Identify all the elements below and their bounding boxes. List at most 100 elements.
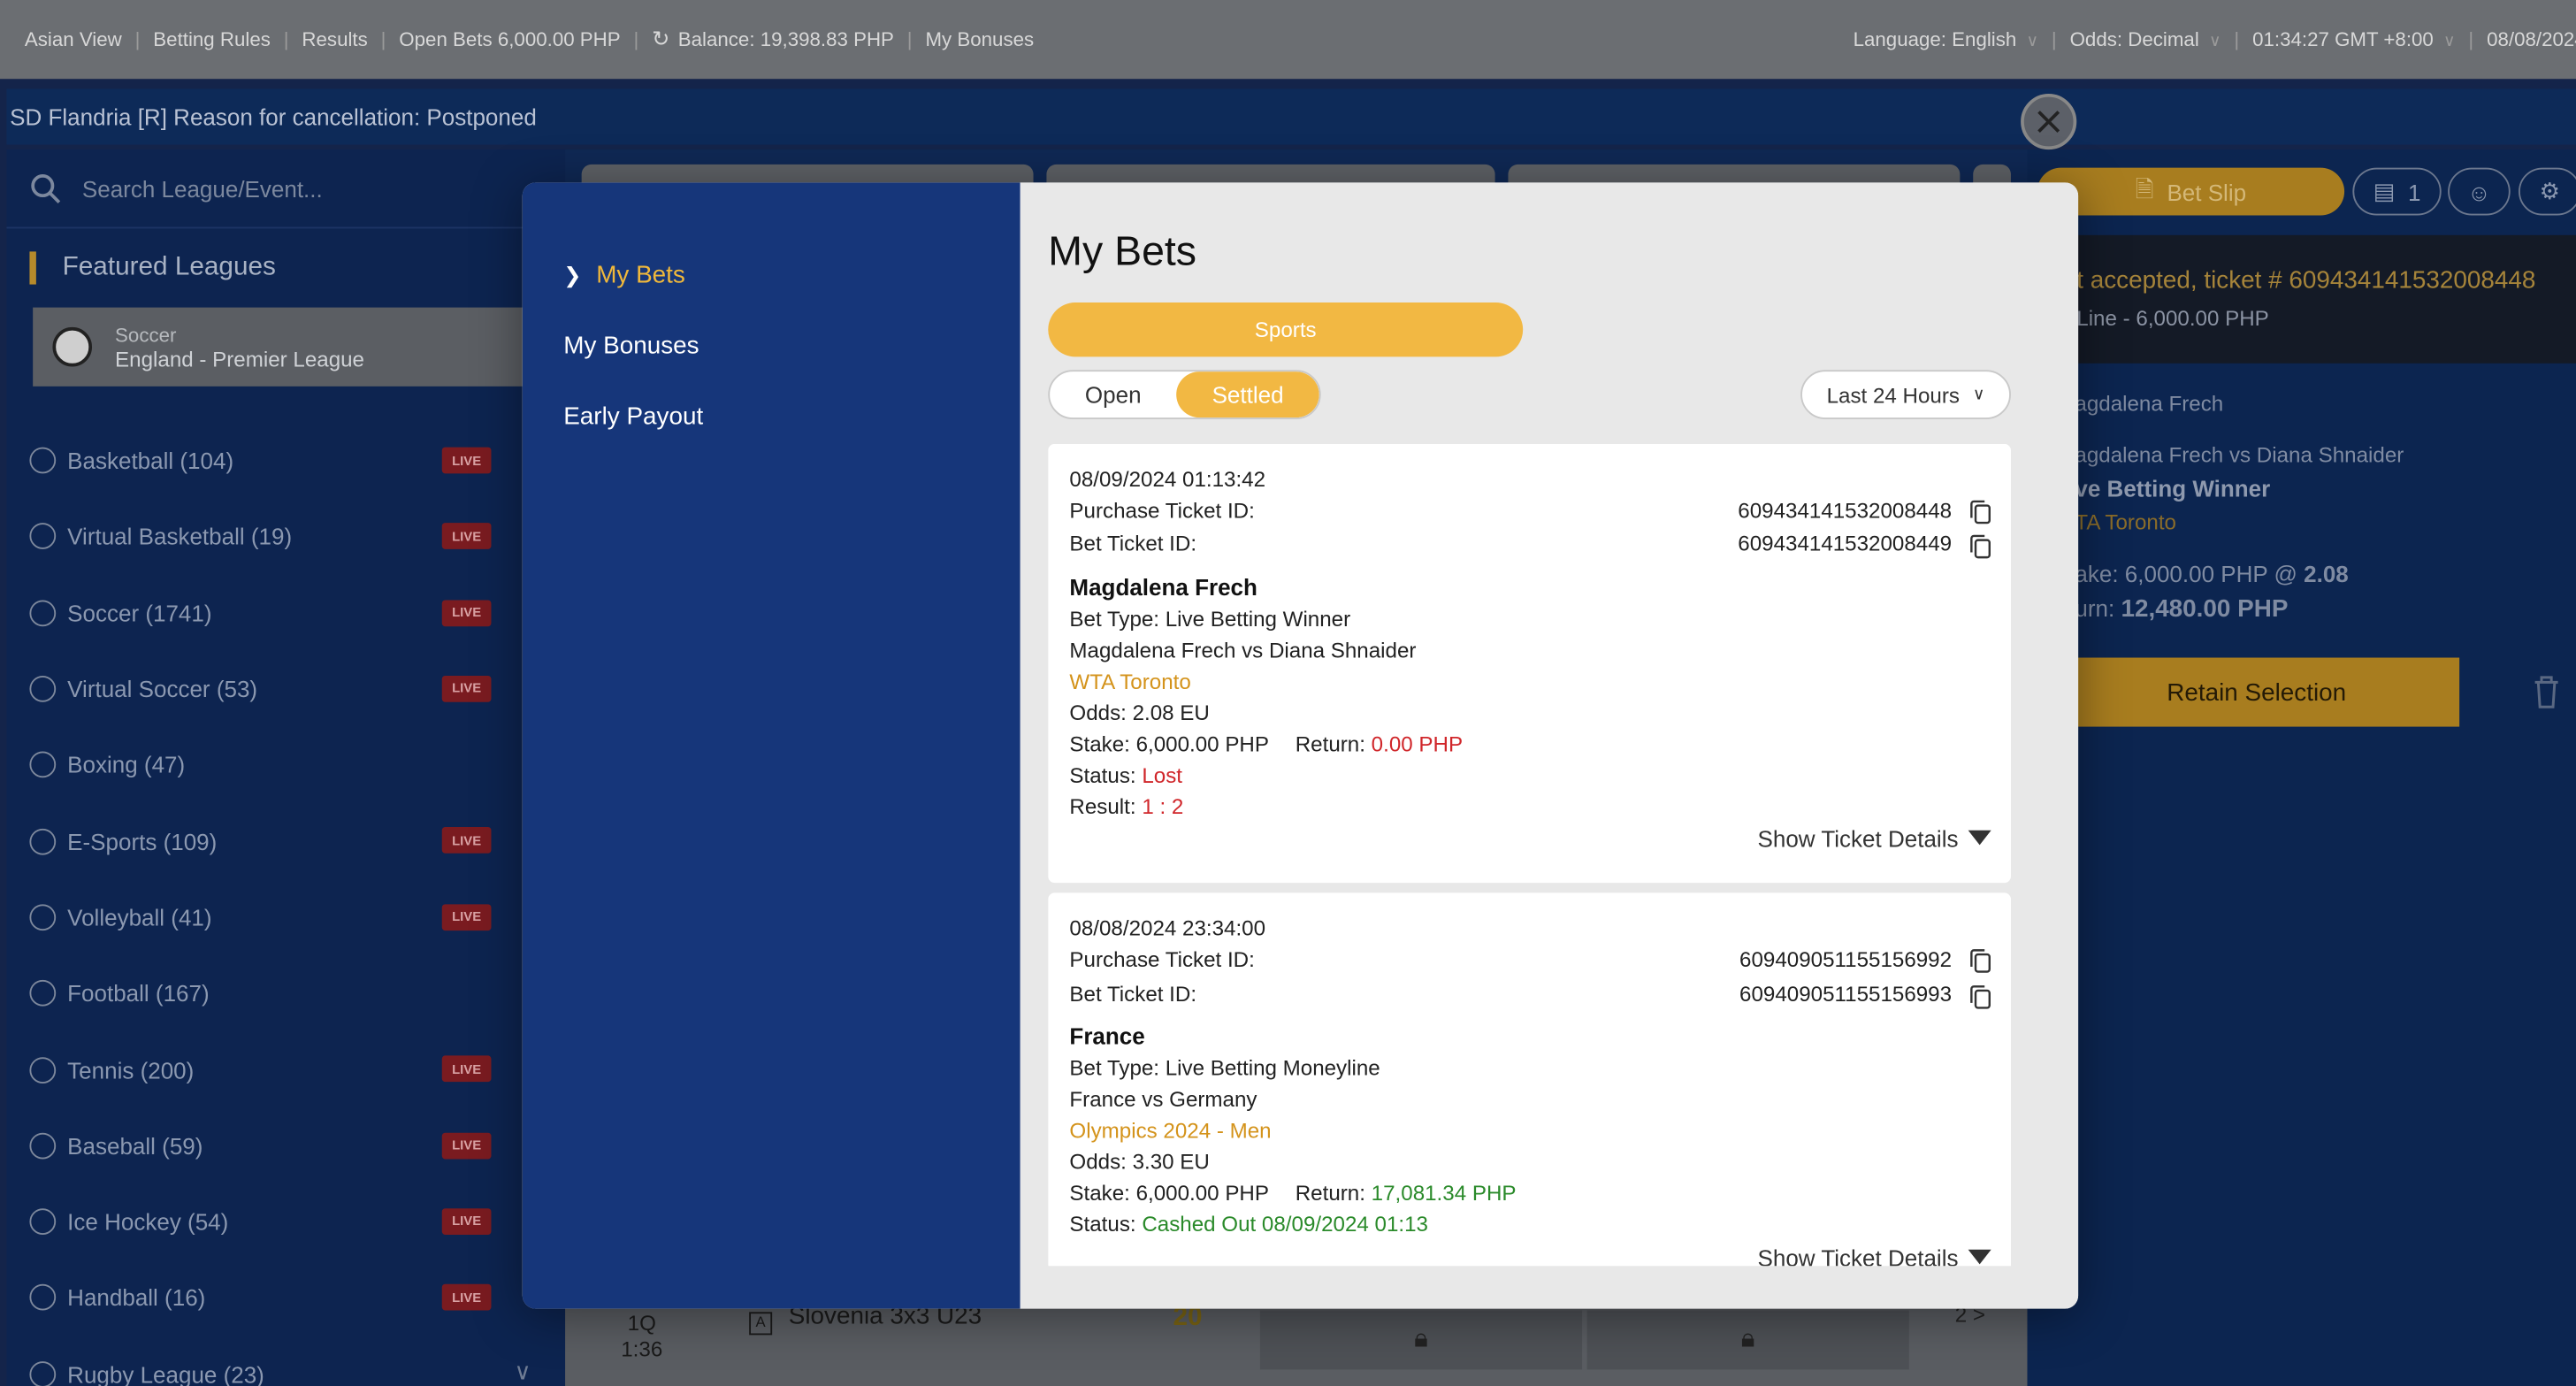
period-select[interactable]: Last 24 Hours ∨: [1800, 370, 2011, 419]
settings-button[interactable]: ⚙: [2519, 167, 2576, 216]
banner-text: SD Flandria [R] Reason for cancellation:…: [10, 103, 537, 130]
bet-slip-tab[interactable]: 🗎︎ Bet Slip: [2037, 167, 2345, 216]
modal-sidebar: ❯ My Bets My Bonuses Early Payout: [522, 182, 1020, 1309]
bet-type: Bet Type: Live Betting Winner: [1069, 606, 1351, 632]
featured-leagues-header: Featured Leagues: [6, 228, 565, 307]
sidebar-item-virtual-soccer[interactable]: Virtual Soccer (53) LIVE: [6, 651, 565, 727]
language-select[interactable]: Language: English ∨: [1854, 28, 2038, 51]
live-badge: LIVE: [441, 1056, 492, 1083]
asian-view-link[interactable]: Asian View: [25, 28, 122, 51]
search-input[interactable]: Search League/Event...: [82, 175, 323, 202]
sidebar-item-handball[interactable]: Handball (16) LIVE: [6, 1260, 565, 1336]
bet-card: 08/08/2024 23:34:00 Purchase Ticket ID: …: [1048, 892, 2011, 1267]
bet-type: Bet Type: Live Betting Moneyline: [1069, 1055, 1380, 1081]
game-clock: 1Q 1:36: [621, 1310, 663, 1362]
bets-list[interactable]: 08/09/2024 01:13:42 Purchase Ticket ID: …: [1048, 443, 2013, 1267]
lock-icon: 🔒︎: [1414, 1325, 1428, 1353]
purchase-ticket-label: Purchase Ticket ID:: [1069, 498, 1255, 524]
my-bonuses-link[interactable]: My Bonuses: [925, 28, 1034, 51]
lock-icon: 🔒︎: [1740, 1325, 1755, 1353]
tab-open[interactable]: Open: [1050, 371, 1176, 417]
featured-league-card[interactable]: Soccer England - Premier League: [33, 307, 526, 387]
close-icon: [2037, 111, 2060, 134]
featured-sport: Soccer: [115, 323, 177, 347]
sidebar-item-esports[interactable]: E-Sports (109) LIVE: [6, 803, 565, 879]
betting-rules-link[interactable]: Betting Rules: [153, 28, 271, 51]
purchase-ticket-id: 609409051155156992: [1739, 946, 1953, 972]
sidebar-item-boxing[interactable]: Boxing (47): [6, 727, 565, 803]
ice-hockey-icon: [29, 1208, 57, 1236]
slip-bet-type: ve Betting Winner: [2075, 475, 2271, 502]
sidebar-item-football[interactable]: Football (167): [6, 955, 565, 1031]
copy-icon[interactable]: [1970, 984, 1991, 1009]
account-button[interactable]: ☺: [2448, 167, 2511, 216]
bet-selection: Magdalena Frech: [1069, 573, 1257, 601]
live-badge: LIVE: [441, 903, 492, 930]
tab-settled[interactable]: Settled: [1176, 371, 1319, 418]
live-badge: LIVE: [441, 599, 492, 626]
esports-icon: [29, 828, 57, 854]
close-banner-button[interactable]: [2021, 93, 2077, 150]
results-link[interactable]: Results: [302, 28, 367, 51]
sidebar-item-volleyball[interactable]: Volleyball (41) LIVE: [6, 879, 565, 955]
featured-league-name: England - Premier League: [115, 346, 364, 371]
odds-select[interactable]: Odds: Decimal ∨: [2070, 28, 2221, 51]
bet-league: WTA Toronto: [1069, 669, 1191, 694]
status-badge: Lost: [1142, 762, 1183, 788]
user-icon: ☺: [2467, 178, 2491, 205]
sports-list: Basketball (104) LIVE Virtual Basketball …: [6, 423, 565, 1386]
bet-card: 08/09/2024 01:13:42 Purchase Ticket ID: …: [1048, 443, 2011, 884]
status-badge: Cashed Out 08/09/2024 01:13: [1142, 1211, 1428, 1237]
gear-icon: ⚙: [2539, 177, 2560, 204]
caret-down-icon: [1968, 830, 1991, 846]
show-ticket-details-button[interactable]: Show Ticket Details: [1758, 825, 1991, 852]
bet-ticket-label: Bet Ticket ID:: [1069, 531, 1197, 556]
bet-match: Magdalena Frech vs Diana Shnaider: [1069, 638, 1417, 663]
time-select[interactable]: 01:34:27 GMT +8:00 ∨: [2252, 28, 2455, 51]
sidebar-item-tennis[interactable]: Tennis (200) LIVE: [6, 1031, 565, 1107]
app-stage: Asian View | Betting Rules | Results | O…: [0, 0, 2576, 1386]
chevron-down-icon[interactable]: ∨: [514, 1358, 531, 1386]
my-bets-modal: ❯ My Bets My Bonuses Early Payout My Bets…: [522, 182, 2079, 1309]
sidebar-item-soccer[interactable]: Soccer (1741) LIVE: [6, 575, 565, 651]
bet-ticket-id: 609409051155156993: [1739, 981, 1953, 1007]
volleyball-icon: [29, 904, 57, 930]
status-toggle: Open Settled: [1048, 370, 1321, 419]
handball-icon: [29, 1284, 57, 1312]
sidebar-item-baseball[interactable]: Baseball (59) LIVE: [6, 1107, 565, 1183]
sidebar-item-virtual-basketball[interactable]: Virtual Basketball (19) LIVE: [6, 499, 565, 575]
team-badge: A: [749, 1312, 773, 1336]
live-badge: LIVE: [441, 523, 492, 550]
chevron-down-icon: ∨: [2026, 33, 2039, 51]
retain-selection-button[interactable]: Retain Selection: [2053, 657, 2460, 727]
sidebar-item-rugby-league[interactable]: Rugby League (23): [6, 1336, 565, 1386]
live-badge: LIVE: [441, 827, 492, 854]
refresh-icon[interactable]: ↻: [652, 27, 669, 53]
nav-early-payout[interactable]: Early Payout: [563, 402, 703, 431]
open-bets-count-button[interactable]: ▤ 1: [2352, 167, 2442, 216]
baseball-icon: [29, 1132, 57, 1160]
basketball-icon: [29, 447, 57, 474]
search-icon: [31, 173, 61, 203]
tab-sports[interactable]: Sports: [1048, 302, 1524, 357]
live-badge: LIVE: [441, 1208, 492, 1235]
copy-icon[interactable]: [1970, 949, 1991, 974]
caret-down-icon: [1968, 1249, 1991, 1265]
live-badge: LIVE: [441, 1284, 492, 1311]
show-ticket-details-button[interactable]: Show Ticket Details: [1758, 1244, 1991, 1266]
trash-icon[interactable]: [2530, 674, 2563, 718]
slip-stake: ake: 6,000.00 PHP @ 2.08: [2075, 560, 2349, 587]
nav-my-bonuses[interactable]: My Bonuses: [563, 332, 699, 360]
search-bar[interactable]: Search League/Event...: [6, 149, 566, 229]
virtual-basketball-icon: [29, 523, 57, 550]
copy-icon[interactable]: [1970, 500, 1991, 525]
sidebar-item-ice-hockey[interactable]: Ice Hockey (54) LIVE: [6, 1183, 565, 1260]
copy-icon[interactable]: [1970, 534, 1991, 559]
sidebar-item-basketball[interactable]: Basketball (104) LIVE: [6, 423, 565, 499]
boxing-icon: [29, 752, 57, 778]
accent-bar: [29, 251, 36, 285]
nav-my-bets[interactable]: ❯ My Bets: [563, 262, 685, 290]
open-bets-link[interactable]: Open Bets 6,000.00 PHP: [399, 28, 620, 51]
ticket-icon: ▤: [2373, 177, 2396, 204]
slip-league: TA Toronto: [2075, 509, 2176, 535]
